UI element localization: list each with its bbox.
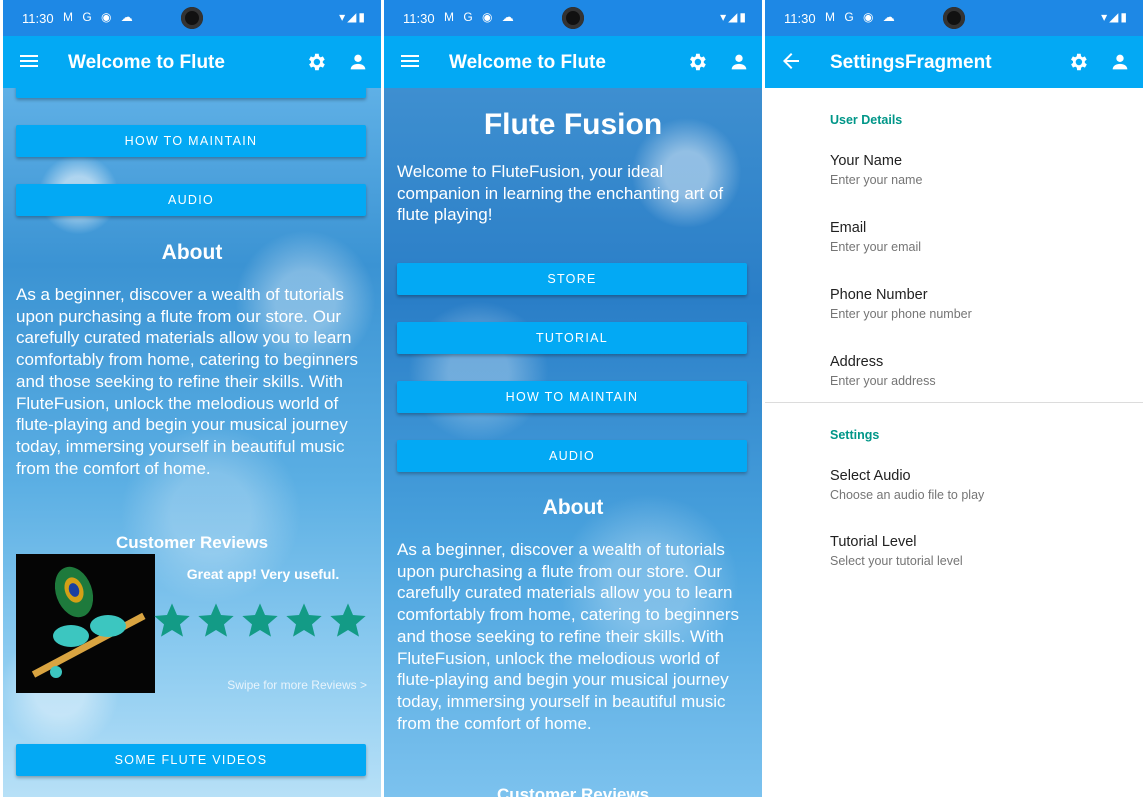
audio-button[interactable]: AUDIO (16, 184, 366, 216)
intro-text: Welcome to FluteFusion, your ideal compa… (397, 162, 724, 225)
notification-icons: M G ◉ ☁ (444, 10, 517, 24)
camera-cutout (181, 7, 203, 29)
how-to-maintain-button[interactable]: HOW TO MAINTAIN (397, 381, 747, 413)
partial-button[interactable] (16, 88, 366, 98)
star-icon (242, 603, 278, 637)
about-heading: About (542, 496, 604, 519)
system-icons: ▾◢▮ (720, 10, 748, 24)
tutorial-button[interactable]: TUTORIAL (397, 322, 747, 354)
gear-icon[interactable] (305, 51, 327, 73)
camera-cutout (562, 7, 584, 29)
star-icon (154, 603, 190, 637)
status-time: 11:30 (403, 11, 435, 26)
screen-home-scrolled: 11:30 M G ◉ ☁ ▾◢▮ Welcome to Flute HOW T… (3, 0, 381, 797)
home-content: HOW TO MAINTAIN AUDIO About As a beginne… (3, 88, 381, 797)
person-icon[interactable] (347, 51, 369, 73)
app-bar: Welcome to Flute (384, 36, 762, 88)
category-user-details: User Details (830, 113, 903, 127)
pref-your-name-title[interactable]: Your Name (830, 153, 902, 169)
divider (765, 402, 1143, 403)
screen-home-top: 11:30 M G ◉ ☁ ▾◢▮ Welcome to Flute Flute… (384, 0, 762, 797)
store-button[interactable]: STORE (397, 263, 747, 295)
back-arrow-icon[interactable] (779, 49, 803, 73)
status-bar: 11:30 M G ◉ ☁ ▾◢▮ (384, 0, 762, 36)
review-text: Great app! Very useful. (186, 566, 340, 582)
how-to-maintain-button[interactable]: HOW TO MAINTAIN (16, 125, 366, 157)
swipe-hint[interactable]: Swipe for more Reviews > (227, 678, 367, 692)
app-title: Welcome to Flute (68, 52, 225, 73)
rating-stars (152, 600, 372, 644)
audio-button[interactable]: AUDIO (397, 440, 747, 472)
notification-icons: M G ◉ ☁ (63, 10, 136, 24)
about-heading: About (161, 241, 223, 264)
pref-email-summary: Enter your email (830, 240, 922, 254)
some-flute-videos-button[interactable]: SOME FLUTE VIDEOS (16, 744, 366, 776)
star-icon (198, 603, 234, 637)
system-icons: ▾◢▮ (339, 10, 367, 24)
reviews-heading: Customer Reviews (496, 785, 650, 797)
app-title: Welcome to Flute (449, 52, 606, 73)
about-text: As a beginner, discover a wealth of tuto… (397, 540, 740, 733)
settings-list: User Details Your Name Enter your name E… (765, 88, 1143, 797)
star-icon (286, 603, 322, 637)
star-icon (330, 603, 366, 637)
person-icon[interactable] (1109, 51, 1131, 73)
reviews-heading: Customer Reviews (115, 533, 269, 552)
screen-settings: 11:30 M G ◉ ☁ ▾◢▮ SettingsFragment User … (765, 0, 1143, 797)
person-icon[interactable] (728, 51, 750, 73)
pref-your-name-summary: Enter your name (830, 173, 923, 187)
menu-icon[interactable] (17, 49, 41, 73)
status-time: 11:30 (22, 11, 54, 26)
flute-image (16, 554, 155, 693)
category-settings: Settings (830, 428, 880, 442)
status-bar: 11:30 M G ◉ ☁ ▾◢▮ (765, 0, 1143, 36)
status-time: 11:30 (784, 11, 816, 26)
pref-tutorial-level-summary: Select your tutorial level (830, 554, 963, 568)
home-content: Flute Fusion Welcome to FluteFusion, you… (384, 88, 762, 797)
app-bar: SettingsFragment (765, 36, 1143, 88)
app-title: SettingsFragment (830, 52, 992, 73)
pref-phone-summary: Enter your phone number (830, 307, 972, 321)
pref-tutorial-level-title[interactable]: Tutorial Level (830, 534, 917, 550)
about-text: As a beginner, discover a wealth of tuto… (16, 285, 359, 478)
gear-icon[interactable] (1067, 51, 1089, 73)
notification-icons: M G ◉ ☁ (825, 10, 898, 24)
camera-cutout (943, 7, 965, 29)
pref-select-audio-title[interactable]: Select Audio (830, 468, 911, 484)
menu-icon[interactable] (398, 49, 422, 73)
pref-phone-title[interactable]: Phone Number (830, 287, 928, 303)
gear-icon[interactable] (686, 51, 708, 73)
pref-address-title[interactable]: Address (830, 354, 883, 370)
app-bar: Welcome to Flute (3, 36, 381, 88)
pref-select-audio-summary: Choose an audio file to play (830, 488, 985, 502)
main-title: Flute Fusion (483, 108, 663, 141)
pref-email-title[interactable]: Email (830, 220, 866, 236)
pref-address-summary: Enter your address (830, 374, 936, 388)
status-bar: 11:30 M G ◉ ☁ ▾◢▮ (3, 0, 381, 36)
system-icons: ▾◢▮ (1101, 10, 1129, 24)
